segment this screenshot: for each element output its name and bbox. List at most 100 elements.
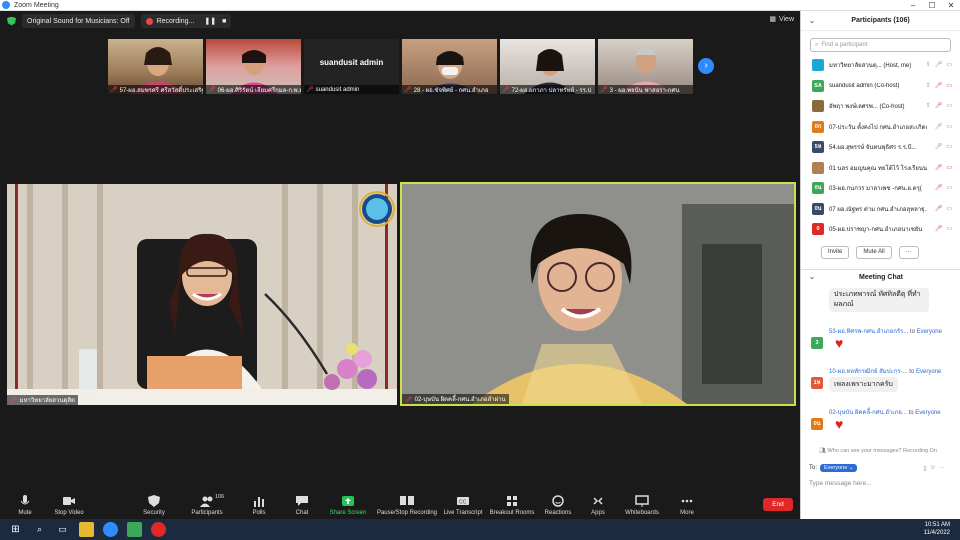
svg-text:CC: CC [459, 500, 467, 506]
camera-icon: ▭ [946, 123, 952, 130]
avatar: 0 [812, 223, 824, 236]
participant-row[interactable]: 0 05-ผอ.ปราชญา-กศน.อำเภอนาเชยัน 🎤︎ ▭ [801, 219, 960, 240]
camera-icon: ▭ [946, 226, 952, 232]
clock-date: 11/4/2022 [923, 530, 950, 536]
camera-icon: ▭ [946, 103, 952, 109]
video-tile-active-speaker[interactable]: 🎤︎ 02-บุษบัน ผิดคลี้-กศน.อำเภอลำผ่าน [400, 182, 796, 406]
participant-thumbnail[interactable]: 🎤︎ 28 - ผอ.ขัจพิศย์ - กศน.อำเภอ [402, 39, 497, 94]
minimize-button[interactable]: – [904, 0, 922, 11]
muted-mic-icon: 🎤︎ [934, 185, 943, 191]
pause-stop-recording-button[interactable]: Pause/Stop Recording [372, 495, 442, 516]
system-clock[interactable]: 10:51 AM 11/4/2022 [924, 521, 950, 537]
participant-row[interactable]: 0ก 07-ประวัน ตั้งคงไป กศน.อำเภอสะเกิดเซ..… [801, 117, 960, 138]
maximize-button[interactable]: ☐ [923, 0, 941, 11]
encryption-shield-icon[interactable] [7, 16, 16, 26]
next-page-button[interactable]: › [698, 58, 714, 74]
stop-recording-icon[interactable]: ■ [222, 18, 226, 25]
participant-row[interactable]: 01 นลร อมญนคุณ ทยโต้ไว้ โรงเรียนน... 🎤︎ ▭ [801, 158, 960, 179]
clock-time: 10:51 AM [924, 522, 950, 528]
close-button[interactable]: ✕ [942, 0, 960, 11]
windows-start-icon[interactable]: ⊞ [8, 522, 23, 537]
participant-row[interactable]: อัพฤา พงษ์เลศรพ... (Co-host) ⇪ 🎤︎ ▭ [801, 96, 960, 117]
pause-recording-icon[interactable]: ❚❚ [204, 17, 216, 25]
more-icon[interactable]: ··· [939, 465, 945, 471]
participants-more-button[interactable]: ··· [898, 245, 919, 259]
cc-icon: CC [457, 497, 469, 506]
muted-mic-icon: 🎤︎ [404, 87, 412, 93]
collapse-chevron-icon[interactable]: ⌄ [809, 17, 815, 25]
collapse-chevron-icon[interactable]: ⌄ [809, 273, 815, 281]
file-explorer-icon[interactable] [79, 522, 94, 537]
thumbnail-label: 🎤︎ 3 - ผอ.พจนัน ฟาสอรา-กศน [598, 85, 693, 94]
participant-row[interactable]: 5ห 54.ผอ.สุพรรษ์ จันทนพุธิศร ร.ร.ป้... 🎤︎ ▭ [801, 137, 960, 158]
camera-icon: ▭ [946, 185, 952, 191]
grid-icon [507, 496, 517, 506]
chat-icon [296, 496, 308, 506]
video-tile-host[interactable]: 🎤︎ มหาวิทยาลัยสวนดุสิต [7, 184, 397, 405]
chat-button[interactable]: Chat [277, 495, 327, 516]
chat-visibility-link[interactable]: 👥︎ Who can see your messages? Recording … [819, 448, 937, 454]
share-icon [342, 496, 354, 506]
share-status-icon: ⇪ [925, 62, 931, 68]
participant-row[interactable]: 0น 03-ผอ.กนกวร มาลาเพช -กศน.อ.ตรุ(🎤︎ ▭ [801, 178, 960, 199]
participant-thumbnail[interactable]: 🎤︎ 06-ผอ.ศิริรัตน์ เจียมศรีกมล-ก.พ.ม. [206, 39, 301, 94]
muted-mic-icon: 🎤︎ [934, 103, 943, 109]
end-meeting-button[interactable]: End [763, 498, 793, 511]
muted-mic-icon: 🎤︎ [208, 87, 216, 93]
avatar [812, 59, 824, 72]
os-taskbar: ⊞ ⌕ ▭ 10:51 AM 11/4/2022 [0, 519, 960, 540]
security-button[interactable]: Security [129, 495, 179, 516]
chat-message-input[interactable]: Type message here... [809, 480, 872, 487]
participant-thumbnail[interactable]: 🎤︎ 72-ผอ.ผกาภา ปลาทรัพย์ - รร.ป [500, 39, 595, 94]
live-transcript-button[interactable]: CC Live Transcript [438, 495, 488, 516]
original-sound-toggle[interactable]: Original Sound for Musicians: Off [22, 14, 135, 28]
avatar: SA [812, 79, 824, 92]
participant-thumbnail[interactable]: 🎤︎ 57-ผอ.สมพรศรี ศรีสวัสดิ์ประเสริฐ [108, 39, 203, 94]
mute-all-button[interactable]: Mute All [856, 245, 892, 259]
chat-bubble: เพลงเพราะมากครับ [829, 377, 898, 392]
whiteboard-icon [635, 495, 649, 507]
chat-sender-line: 53-ผอ.ทิศรพ-กศน.อำเภอกรัร... to Everyone [829, 329, 942, 335]
whiteboards-button[interactable]: Whiteboards [617, 495, 667, 516]
mic-icon: 🎤︎ [934, 62, 943, 68]
task-view-icon[interactable]: ▭ [55, 522, 70, 537]
mute-button[interactable]: Mute [0, 495, 50, 516]
chat-bubble: ประเภทพารณ์ ทัศทิลตีตุ ที่ทำผลภณ์ [829, 288, 929, 312]
share-status-icon: ⇪ [925, 82, 931, 89]
apps-button[interactable]: Apps [573, 495, 623, 516]
zoom-taskbar-icon[interactable] [103, 522, 118, 537]
more-button[interactable]: More [662, 495, 712, 516]
muted-mic-icon: 🎤︎ [110, 87, 118, 93]
mic-icon [20, 495, 30, 505]
chat-recipient-row: To: Everyone ⌄ ▯ ☺ ··· [809, 464, 945, 472]
video-off-icon: ▭ [946, 164, 952, 171]
app-taskbar-icon[interactable] [127, 522, 142, 537]
share-screen-button[interactable]: Share Screen [323, 495, 373, 516]
title-bar: Zoom Meeting – ☐ ✕ [0, 0, 960, 11]
participant-search-input[interactable]: ⌕ Find a participant [810, 38, 951, 52]
avatar: 3 [811, 337, 823, 349]
muted-mic-icon: 🎤︎ [10, 397, 18, 404]
breakout-rooms-button[interactable]: Breakout Rooms [487, 495, 537, 516]
stop-video-button[interactable]: Stop Video [44, 495, 94, 516]
invite-button[interactable]: Invite [821, 245, 850, 259]
participant-list: มหาวิทยาลัยสวนดุ... (Host, me) ⇪ 🎤︎ ▭ SA sua… [801, 55, 960, 240]
file-icon[interactable]: ▯ [923, 465, 926, 472]
participant-row[interactable]: มหาวิทยาลัยสวนดุ... (Host, me) ⇪ 🎤︎ ▭ [801, 55, 960, 76]
participant-row[interactable]: 0น 07 ผอ.ณัฐพร ต่าม กศน.อำเภอลุทลาฐุ... 🎤︎… [801, 199, 960, 220]
participant-thumbnail[interactable]: 🎤︎ 3 - ผอ.พจนัน ฟาสอรา-กศน [598, 39, 693, 94]
muted-mic-icon: 🎤︎ [934, 226, 943, 232]
meeting-area: Original Sound for Musicians: Off Record… [0, 11, 800, 530]
app-taskbar-icon[interactable] [151, 522, 166, 537]
search-icon[interactable]: ⌕ [32, 522, 47, 537]
participant-row[interactable]: SA suandusit admin (Co-host) ⇪ 🎤︎ ▭ [801, 76, 960, 97]
search-placeholder: Find a participant [821, 42, 868, 48]
participant-thumbnail[interactable]: suandusit admin 🎤︎ suandusit admin [304, 39, 399, 94]
thumbnail-label: 🎤︎ suandusit admin [304, 85, 399, 94]
participants-button[interactable]: Participants 106 [182, 494, 232, 516]
tile-label: 🎤︎ 02-บุษบัน ผิดคลี้-กศน.อำเภอลำผ่าน [402, 394, 509, 404]
view-button[interactable]: ▦ View [769, 15, 794, 24]
recipient-dropdown[interactable]: Everyone ⌄ [820, 464, 858, 472]
emoji-icon[interactable]: ☺ [930, 465, 936, 471]
avatar: 0น [812, 202, 824, 215]
